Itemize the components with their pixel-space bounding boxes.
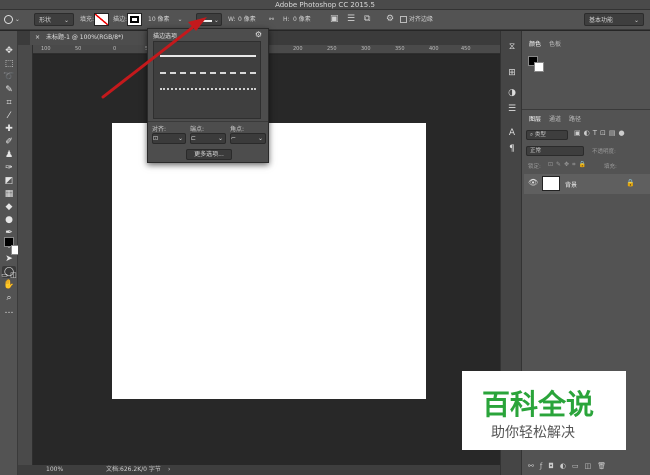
layer-thumbnail[interactable] [542, 176, 560, 191]
kind-filter-dropdown[interactable]: ⌕ 类型 [526, 130, 568, 140]
styles-panel-icon[interactable]: ☰ [506, 103, 518, 115]
lock-icon: 🔒 [626, 179, 635, 187]
fill-label: 填充: [604, 164, 617, 170]
layer-name[interactable]: 背景 [565, 180, 577, 189]
eye-icon[interactable]: 👁 [528, 178, 538, 187]
tab-paths[interactable]: 路径 [569, 114, 581, 123]
lock-label: 锁定: [528, 164, 541, 170]
search-icon: ⌕ [530, 132, 534, 138]
divider [522, 109, 650, 110]
tab-channels[interactable]: 通道 [549, 114, 561, 123]
tab-color[interactable]: 颜色 [529, 39, 541, 48]
history-panel-icon[interactable]: ⧖ [506, 41, 518, 53]
paragraph-panel-icon[interactable]: ¶ [506, 143, 518, 155]
watermark-title: 百科全说 [482, 388, 595, 421]
tab-swatches[interactable]: 色板 [549, 39, 561, 48]
background-color-swatch[interactable] [534, 62, 544, 72]
watermark-logo: 百科全说 助你轻松解决 [462, 371, 626, 450]
character-panel-icon[interactable]: A [506, 127, 518, 139]
properties-panel-icon[interactable]: ⊞ [506, 67, 518, 79]
opacity-label: 不透明度: [592, 149, 616, 155]
blend-mode-dropdown[interactable]: 正常 [526, 146, 584, 156]
lock-icons[interactable]: ⊡✎✥⌗🔒 [548, 161, 589, 169]
layer-filter-icons[interactable]: ▣◐T⊡▤● [574, 129, 628, 137]
layer-actions-bar[interactable]: ⚯ƒ◘◐▭◫🗑 [528, 462, 612, 470]
watermark-subtitle: 助你轻松解决 [491, 425, 575, 441]
adjustments-panel-icon[interactable]: ◑ [506, 87, 518, 99]
tab-layers[interactable]: 图层 [529, 114, 541, 123]
